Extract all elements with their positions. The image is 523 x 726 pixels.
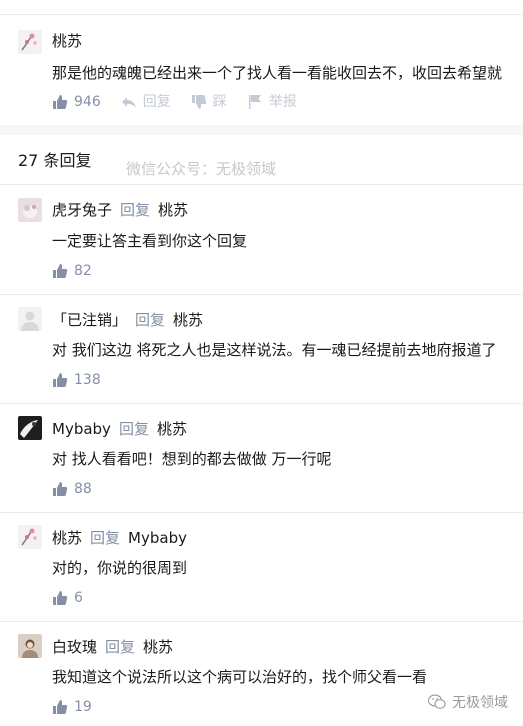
reply-word: 回复 (90, 529, 121, 547)
divider (0, 621, 523, 622)
like-button[interactable]: 946 (52, 92, 101, 112)
avatar[interactable] (18, 416, 42, 440)
like-button[interactable]: 19 (52, 697, 92, 717)
like-button[interactable]: 82 (52, 261, 92, 281)
author-name[interactable]: 「已注销」 (52, 311, 127, 329)
reply-target[interactable]: 桃苏 (158, 201, 188, 219)
like-button[interactable]: 6 (52, 588, 83, 608)
reply-actions: 88 (52, 479, 112, 499)
thumbs-up-icon (53, 264, 68, 278)
wechat-watermark: 无极领域 (428, 692, 508, 712)
author-name[interactable]: 虎牙兔子 (52, 201, 112, 219)
divider (0, 184, 523, 185)
divider (0, 512, 523, 513)
like-count: 138 (74, 372, 101, 388)
reply-actions: 19 (52, 697, 112, 717)
reply-actions: 82 (52, 261, 112, 281)
thumbs-down-icon (191, 95, 206, 109)
like-count: 946 (74, 94, 101, 110)
reply-author-line: 白玫瑰 回复 桃苏 (52, 636, 173, 658)
divider (0, 403, 523, 404)
avatar[interactable] (18, 30, 42, 54)
comment-actions: 946 回复 踩 举报 (52, 92, 317, 112)
replies-count: 27 条回复 (18, 151, 92, 170)
reply-target[interactable]: 桃苏 (173, 311, 203, 329)
like-count: 88 (74, 481, 92, 497)
like-count: 6 (74, 590, 83, 606)
reply-label: 回复 (142, 94, 171, 110)
reply-content: 对 我们这边 将死之人也是这样说法。有一魂已经提前去地府报道了 (52, 341, 497, 359)
thumbs-up-icon (53, 482, 68, 496)
reply-target[interactable]: 桃苏 (157, 420, 187, 438)
reply-author-line: Mybaby 回复 桃苏 (52, 418, 187, 440)
reply-content: 我知道这个说法所以这个病可以治好的，找个师父看一看 (52, 668, 428, 686)
author-name[interactable]: 桃苏 (52, 529, 82, 547)
watermark-label: 无极领域 (452, 695, 508, 711)
dislike-label: 踩 (212, 94, 227, 110)
reply-target[interactable]: Mybaby (128, 529, 187, 547)
report-label: 举报 (268, 94, 297, 110)
reply-content: 对 找人看看吧！想到的都去做做 万一行呢 (52, 450, 332, 468)
reply-word: 回复 (120, 201, 151, 219)
author-name[interactable]: 桃苏 (52, 32, 82, 50)
like-count: 19 (74, 699, 92, 715)
reply-arrow-icon (121, 97, 136, 108)
report-button[interactable]: 举报 (247, 92, 297, 112)
reply-content: 一定要让答主看到你这个回复 (52, 232, 248, 250)
reply-author-line: 虎牙兔子 回复 桃苏 (52, 199, 188, 221)
author-name[interactable]: 白玫瑰 (52, 638, 97, 656)
thumbs-up-icon (53, 373, 68, 387)
reply-button[interactable]: 回复 (121, 92, 171, 112)
reply-content: 对的，你说的很周到 (52, 559, 188, 577)
like-button[interactable]: 88 (52, 479, 92, 499)
avatar[interactable] (18, 198, 42, 222)
thumbs-up-icon (53, 591, 68, 605)
watermark-text: 微信公众号：无极领域 (126, 160, 277, 178)
thumbs-up-icon (53, 700, 68, 714)
reply-actions: 6 (52, 588, 103, 608)
avatar[interactable] (18, 307, 42, 331)
reply-actions: 138 (52, 370, 121, 390)
avatar[interactable] (18, 525, 42, 549)
avatar[interactable] (18, 634, 42, 658)
like-count: 82 (74, 263, 92, 279)
flag-icon (248, 95, 261, 109)
author-name[interactable]: Mybaby (52, 420, 111, 438)
top-divider (0, 14, 523, 15)
divider (0, 294, 523, 295)
dislike-button[interactable]: 踩 (191, 92, 227, 112)
section-separator (0, 125, 523, 135)
thumbs-up-icon (53, 95, 68, 109)
reply-word: 回复 (105, 638, 136, 656)
reply-target[interactable]: 桃苏 (143, 638, 173, 656)
reply-author-line: 桃苏 回复 Mybaby (52, 527, 187, 549)
like-button[interactable]: 138 (52, 370, 101, 390)
reply-word: 回复 (135, 311, 166, 329)
reply-word: 回复 (118, 420, 149, 438)
wechat-icon (428, 694, 446, 709)
reply-author-line: 「已注销」 回复 桃苏 (52, 309, 203, 331)
comment-content: 那是他的魂魄已经出来一个了找人看一看能收回去不，收回去希望就 (52, 64, 503, 82)
comment-author[interactable]: 桃苏 (52, 30, 82, 52)
